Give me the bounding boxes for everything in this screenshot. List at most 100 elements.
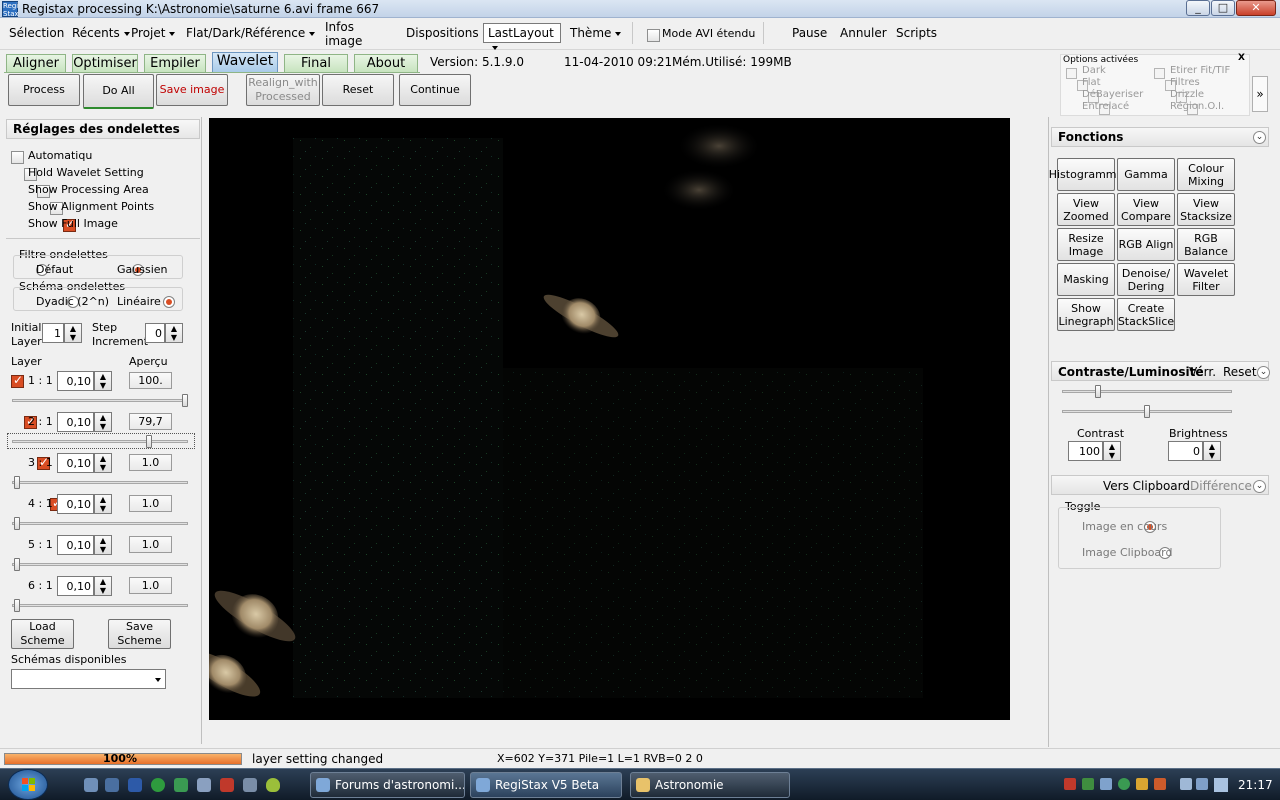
function-button[interactable]: RGB Balance [1177,228,1235,261]
word-icon[interactable] [128,778,142,792]
function-button[interactable]: Histogramme [1049,158,1123,191]
layer-denoise-input[interactable]: 0,10 [57,494,94,514]
minimize-button[interactable]: _ [1186,0,1210,16]
menu-layouts[interactable]: Dispositions [406,26,489,40]
excel-icon[interactable] [174,778,188,792]
maximize-button[interactable]: □ [1211,0,1235,16]
tab-about[interactable]: About [354,54,418,72]
layer-slider-thumb[interactable] [13,476,20,489]
volume-icon[interactable] [1214,778,1228,792]
clipboard-title[interactable]: Vers Clipboard [1103,479,1190,493]
taskbar-task-button[interactable]: RegiStax V5 Beta [470,772,622,798]
contrast-input[interactable]: 100 [1068,441,1103,461]
difference-label[interactable]: Différence [1190,479,1252,493]
layer-slider-track[interactable] [12,522,188,525]
cancel-button[interactable]: Annuler [840,26,887,40]
layer-denoise-input[interactable]: 0,10 [57,371,94,391]
step-increment-input[interactable]: 0 [145,323,165,343]
layer-denoise-input[interactable]: 0,10 [57,412,94,432]
close-button[interactable]: ✕ [1236,0,1276,16]
app-icon[interactable] [266,778,280,792]
taskbar-task-button[interactable]: Astronomie [630,772,790,798]
tab-align[interactable]: Aligner [6,54,66,72]
brightness-slider-thumb[interactable] [1144,405,1150,418]
tab-stack[interactable]: Empiler [144,54,206,72]
chevron-down-icon[interactable]: ⌄ [1257,366,1270,379]
function-button[interactable]: View Compare [1117,193,1175,226]
reset-button[interactable]: Reset [322,74,394,106]
skype-icon[interactable] [151,778,165,792]
app-icon[interactable] [243,778,257,792]
menu-project[interactable]: Projet [131,26,175,40]
function-button[interactable]: Show Linegraph [1057,298,1115,331]
load-scheme-button[interactable]: Load Scheme [11,619,74,649]
pause-button[interactable]: Pause [792,26,827,40]
contrast-reset[interactable]: Reset [1223,365,1257,379]
layer-denoise-stepper[interactable]: ▲ ▼ [94,412,112,432]
chevron-down-icon[interactable]: ⌄ [1253,480,1266,493]
layer-denoise-input[interactable]: 0,10 [57,576,94,596]
layout-select[interactable]: LastLayout [483,23,561,43]
layer-slider-track[interactable] [12,604,188,607]
layer-slider-track[interactable] [12,481,188,484]
function-button[interactable]: Resize Image [1057,228,1115,261]
do-all-button[interactable]: Do All [83,74,154,109]
available-schemes-select[interactable] [11,669,166,689]
save-image-button[interactable]: Save image [156,74,228,106]
function-button[interactable]: Create StackSlice [1117,298,1175,331]
function-button[interactable]: Wavelet Filter [1177,263,1235,296]
layer-denoise-input[interactable]: 0,10 [57,535,94,555]
layer-slider-thumb[interactable] [182,394,188,407]
function-button[interactable]: Masking [1057,263,1115,296]
layer-denoise-stepper[interactable]: ▲ ▼ [94,576,112,596]
layer-slider-thumb[interactable] [13,517,20,530]
realign-button[interactable]: Realign_with Processed [246,74,320,106]
expand-options-button[interactable]: » [1252,76,1268,112]
scripts-button[interactable]: Scripts [896,26,937,40]
tab-final[interactable]: Final [284,54,348,72]
initial-layer-input[interactable]: 1 [42,323,64,343]
layer-slider-thumb[interactable] [13,599,20,612]
step-increment-stepper[interactable]: ▲ ▼ [165,323,183,343]
quicklaunch-icon[interactable] [84,778,98,792]
function-button[interactable]: RGB Align [1117,228,1175,261]
function-button[interactable]: View Zoomed [1057,193,1115,226]
taskbar-task-button[interactable]: Forums d'astronomi... [310,772,465,798]
save-scheme-button[interactable]: Save Scheme [108,619,171,649]
tab-wavelet[interactable]: Wavelet [212,52,278,72]
contrast-stepper[interactable]: ▲ ▼ [1103,441,1121,461]
function-button[interactable]: Gamma [1117,158,1175,191]
layer-denoise-input[interactable]: 0,10 [57,453,94,473]
menu-image-info[interactable]: Infos image [325,20,365,48]
contrast-slider-thumb[interactable] [1094,385,1101,398]
initial-layer-stepper[interactable]: ▲ ▼ [64,323,82,343]
menu-recents[interactable]: Récents [72,26,130,40]
menu-theme[interactable]: Thème [570,26,621,40]
menu-flat-dark-reference[interactable]: Flat/Dark/Référence [186,26,315,40]
chevron-down-icon[interactable]: ⌄ [1253,131,1266,144]
contrast-slider-track[interactable] [1062,390,1232,393]
menu-selection[interactable]: Sélection [9,26,64,40]
brightness-stepper[interactable]: ▲ ▼ [1203,441,1221,461]
layer-denoise-stepper[interactable]: ▲ ▼ [94,494,112,514]
show-desktop-icon[interactable] [105,778,119,792]
layer-slider-track[interactable] [12,399,188,402]
process-button[interactable]: Process [8,74,80,106]
app-icon[interactable] [197,778,211,792]
contrast-lock[interactable]: Verr. [1189,365,1216,379]
layer-slider-track[interactable] [12,440,188,443]
active-options-close[interactable]: X [1238,53,1245,63]
layer-denoise-stepper[interactable]: ▲ ▼ [94,371,112,391]
wavelet-option-checkbox[interactable] [11,150,24,164]
function-button[interactable]: Colour Mixing [1177,158,1235,191]
image-view[interactable] [209,118,1010,720]
layer-slider-thumb[interactable] [13,558,20,571]
function-button[interactable]: Denoise/ Dering [1117,263,1175,296]
layer-enable-checkbox[interactable] [11,373,24,388]
avi-mode-checkbox[interactable] [647,28,660,42]
layer-denoise-stepper[interactable]: ▲ ▼ [94,453,112,473]
app-icon[interactable] [220,778,234,792]
tab-optimize[interactable]: Optimiser [72,54,138,72]
layer-denoise-stepper[interactable]: ▲ ▼ [94,535,112,555]
continue-button[interactable]: Continue [399,74,471,106]
